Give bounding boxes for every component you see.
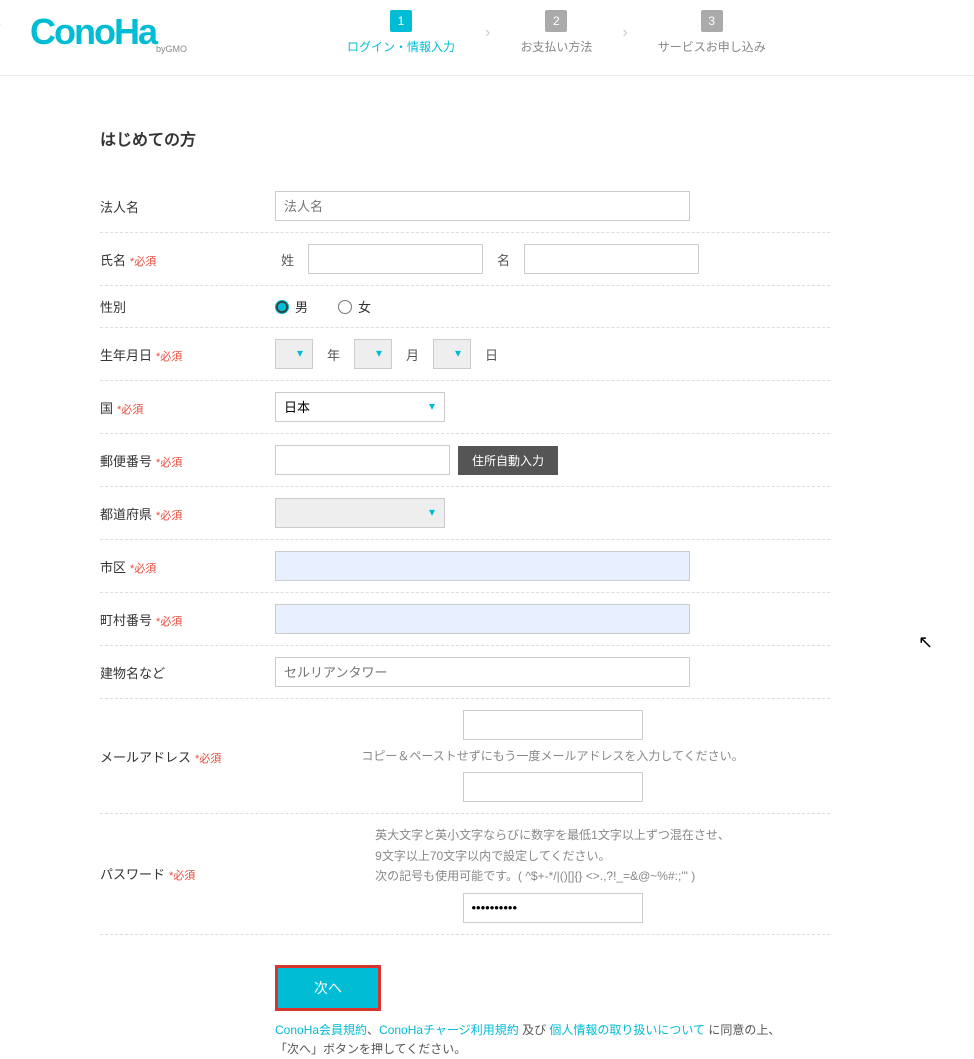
- step-3: 3 サービスお申し込み: [658, 10, 766, 55]
- label-mei: 名: [497, 250, 510, 269]
- email-hint: コピー＆ペーストせずにもう一度メールアドレスを入力してください。: [361, 746, 743, 766]
- label-zip: 郵便番号*必須: [100, 451, 275, 470]
- city-input[interactable]: [275, 551, 690, 581]
- radio-female[interactable]: 女: [338, 297, 371, 316]
- label-country: 国*必須: [100, 398, 275, 417]
- email-input[interactable]: [463, 710, 643, 740]
- label-town: 町村番号*必須: [100, 610, 275, 629]
- label-gender: 性別: [100, 297, 275, 316]
- logo: ConoHabyGMO: [30, 11, 187, 54]
- step-2: 2 お支払い方法: [520, 10, 592, 55]
- dob-day-select[interactable]: [433, 339, 471, 369]
- label-city: 市区*必須: [100, 557, 275, 576]
- label-pref: 都道府県*必須: [100, 504, 275, 523]
- building-input[interactable]: [275, 657, 690, 687]
- terms-link-3[interactable]: 個人情報の取り扱いについて: [549, 1023, 708, 1037]
- auto-address-button[interactable]: 住所自動入力: [458, 446, 558, 475]
- dob-year-select[interactable]: [275, 339, 313, 369]
- cursor-icon: ↖: [918, 632, 933, 653]
- password-input[interactable]: [463, 893, 643, 923]
- prefecture-select[interactable]: [275, 498, 445, 528]
- lastname-input[interactable]: [308, 244, 483, 274]
- chevron-icon: ›: [485, 24, 490, 42]
- label-email: メールアドレス*必須: [100, 747, 275, 766]
- label-company: 法人名: [100, 197, 275, 216]
- label-sei: 姓: [281, 250, 294, 269]
- firstname-input[interactable]: [524, 244, 699, 274]
- terms-link-2[interactable]: ConoHaチャージ利用規約: [379, 1023, 522, 1037]
- label-password: パスワード*必須: [100, 864, 275, 883]
- dob-month-select[interactable]: [354, 339, 392, 369]
- progress-steps: 1 ログイン・情報入力 › 2 お支払い方法 › 3 サービスお申し込み: [347, 10, 766, 55]
- company-input[interactable]: [275, 191, 690, 221]
- step-1: 1 ログイン・情報入力: [347, 10, 455, 55]
- terms-text: ConoHa会員規約、ConoHaチャージ利用規約 及び 個人情報の取り扱いにつ…: [275, 1021, 830, 1059]
- radio-male[interactable]: 男: [275, 297, 308, 316]
- country-select[interactable]: 日本: [275, 392, 445, 422]
- terms-link-1[interactable]: ConoHa会員規約: [275, 1023, 367, 1037]
- label-dob: 生年月日*必須: [100, 345, 275, 364]
- label-name: 氏名*必須: [100, 250, 275, 269]
- password-hint: 英大文字と英小文字ならびに数字を最低1文字以上ずつ混在させ、 9文字以上70文字…: [375, 825, 730, 886]
- label-building: 建物名など: [100, 663, 275, 682]
- chevron-icon: ›: [622, 24, 627, 42]
- page-title: はじめての方: [100, 126, 830, 150]
- town-input[interactable]: [275, 604, 690, 634]
- zip-input[interactable]: [275, 445, 450, 475]
- next-button[interactable]: 次へ: [275, 965, 381, 1011]
- email-confirm-input[interactable]: [463, 772, 643, 802]
